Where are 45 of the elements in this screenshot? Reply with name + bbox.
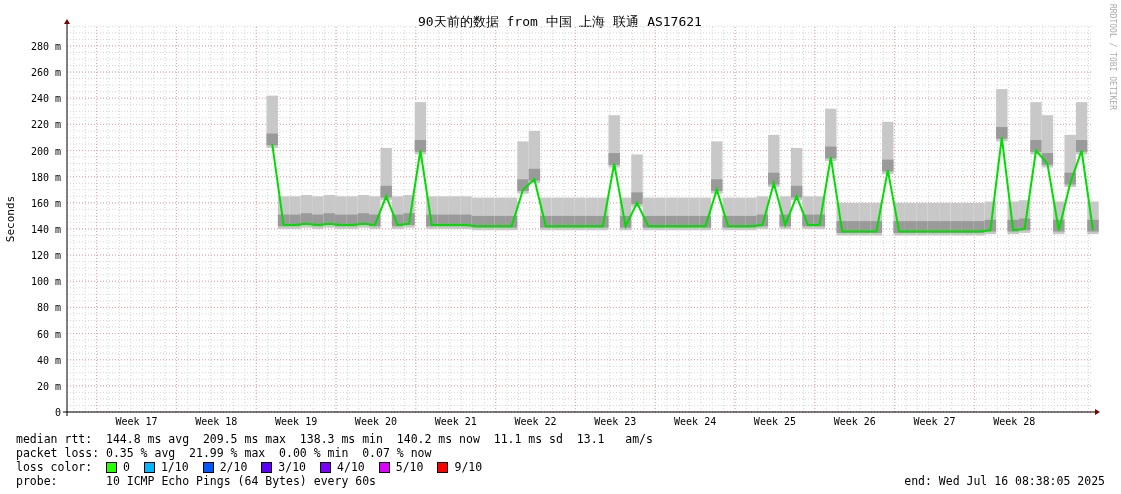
y-tick-label: 240 m [30, 93, 61, 105]
loss-color-label: 4/10 [337, 460, 365, 474]
y-tick-label: 100 m [30, 276, 61, 288]
credit-text: RRDTOOL / TOBI OETIKER [1107, 4, 1117, 110]
y-axis-label: Seconds [4, 195, 17, 243]
median-rtt-stats: 144.8 ms avg 209.5 ms max 138.3 ms min 140.2 ms now 11.1 ms sd 13.1 am/s [106, 432, 653, 446]
y-tick-label: 280 m [30, 40, 61, 52]
y-tick-label: 160 m [30, 197, 61, 209]
legend-label: median rtt: [16, 432, 94, 446]
x-tick-label: Week 27 [913, 416, 956, 427]
x-tick-label: Week 24 [674, 416, 717, 427]
x-tick-label: Week 25 [753, 416, 796, 427]
loss-color-label: 0 [123, 460, 130, 474]
y-tick-label: 220 m [30, 119, 61, 131]
chart-title: 90天前的数据 from 中国 上海 联通 AS17621 [418, 14, 702, 29]
y-tick-label: 40 m [36, 354, 61, 366]
y-tick-label: 140 m [30, 223, 61, 235]
x-tick-label: Week 20 [354, 416, 397, 427]
x-tick-label: Week 26 [833, 416, 876, 427]
y-tick-label: 0 [54, 407, 61, 418]
loss-color-label: 5/10 [395, 460, 424, 474]
x-tick-label: Week 28 [993, 416, 1036, 427]
y-tick-label: 120 m [30, 250, 61, 262]
loss-color-label: 1/10 [160, 460, 189, 474]
x-tick-label: Week 23 [594, 416, 637, 427]
loss-color-label: 2/10 [219, 460, 248, 474]
y-tick-label: 80 m [36, 302, 61, 314]
y-tick-label: 180 m [30, 171, 61, 183]
legend-label: loss color: [16, 460, 94, 474]
loss-color-label: 3/10 [278, 460, 307, 474]
x-tick-label: Week 17 [115, 416, 158, 427]
x-tick-label: Week 18 [195, 416, 238, 427]
packet-loss-stats: 0.35 % avg 21.99 % max 0.00 % min 0.07 % now [106, 446, 432, 460]
y-tick-label: 200 m [30, 145, 61, 157]
probe-description: 10 ICMP Echo Pings (64 Bytes) every 60s [106, 474, 377, 488]
y-tick-label: 60 m [36, 328, 61, 340]
end-time: end: Wed Jul 16 08:38:05 2025 [904, 474, 1105, 488]
x-tick-label: Week 21 [434, 416, 477, 427]
y-tick-label: 20 m [36, 380, 61, 392]
x-tick-label: Week 19 [275, 416, 318, 427]
legend-label: probe: [16, 474, 59, 488]
x-tick-label: Week 22 [514, 416, 557, 427]
legend-label: packet loss: [16, 446, 101, 460]
y-tick-label: 260 m [30, 67, 61, 79]
loss-color-label: 9/10 [454, 460, 483, 474]
